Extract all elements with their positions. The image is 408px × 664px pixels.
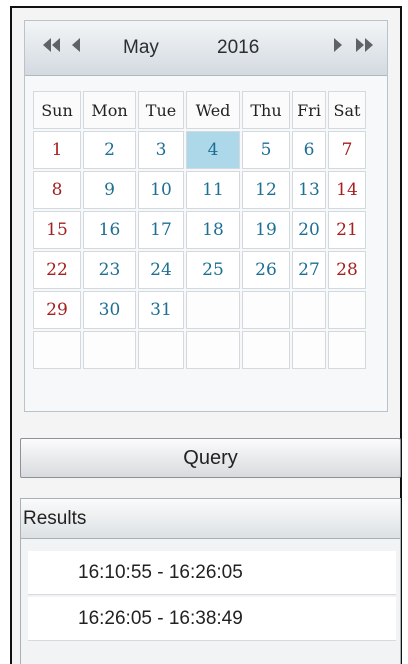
calendar-day[interactable]: 19	[242, 211, 290, 249]
calendar-day-empty	[138, 331, 184, 369]
calendar-day-empty	[186, 291, 240, 329]
calendar-week-row: 1 2 3 4 5 6 7	[33, 131, 366, 169]
calendar-day[interactable]: 29	[33, 291, 81, 329]
weekday-header-row: Sun Mon Tue Wed Thu Fri Sat	[33, 91, 366, 129]
weekday-header: Thu	[242, 91, 290, 129]
year-label[interactable]: 2016	[217, 37, 259, 59]
results-panel: Results 16:10:55 - 16:26:05 16:26:05 - 1…	[20, 498, 401, 664]
calendar: May 2016 Sun Mon Tue Wed Thu Fri Sat 1 2	[24, 20, 388, 412]
calendar-day-empty	[328, 291, 366, 329]
calendar-day[interactable]: 7	[328, 131, 366, 169]
calendar-day[interactable]: 24	[138, 251, 184, 289]
double-left-arrow-icon[interactable]	[43, 38, 61, 58]
calendar-day[interactable]: 27	[292, 251, 326, 289]
calendar-day[interactable]: 14	[328, 171, 366, 209]
calendar-day-empty	[83, 331, 136, 369]
calendar-week-row: 29 30 31	[33, 291, 366, 329]
calendar-day[interactable]: 21	[328, 211, 366, 249]
calendar-day[interactable]: 30	[83, 291, 136, 329]
results-list: 16:10:55 - 16:26:05 16:26:05 - 16:38:49	[28, 551, 396, 641]
calendar-day-empty	[33, 331, 81, 369]
calendar-day[interactable]: 12	[242, 171, 290, 209]
calendar-day[interactable]: 13	[292, 171, 326, 209]
weekday-header: Wed	[186, 91, 240, 129]
double-right-arrow-icon[interactable]	[355, 38, 373, 58]
calendar-day-empty	[186, 331, 240, 369]
calendar-week-row: 15 16 17 18 19 20 21	[33, 211, 366, 249]
calendar-day[interactable]: 26	[242, 251, 290, 289]
calendar-day[interactable]: 22	[33, 251, 81, 289]
calendar-week-row: 22 23 24 25 26 27 28	[33, 251, 366, 289]
weekday-header: Sun	[33, 91, 81, 129]
calendar-day-selected[interactable]: 4	[186, 131, 240, 169]
calendar-day-empty	[242, 331, 290, 369]
calendar-day-empty	[242, 291, 290, 329]
calendar-day[interactable]: 25	[186, 251, 240, 289]
results-title: Results	[21, 499, 400, 539]
calendar-day-empty	[328, 331, 366, 369]
calendar-day[interactable]: 3	[138, 131, 184, 169]
weekday-header: Fri	[292, 91, 326, 129]
left-arrow-icon[interactable]	[71, 38, 81, 58]
calendar-day[interactable]: 5	[242, 131, 290, 169]
calendar-day[interactable]: 28	[328, 251, 366, 289]
calendar-week-row: 8 9 10 11 12 13 14	[33, 171, 366, 209]
query-button[interactable]: Query	[20, 438, 401, 478]
calendar-day[interactable]: 20	[292, 211, 326, 249]
weekday-header: Sat	[328, 91, 366, 129]
calendar-day[interactable]: 18	[186, 211, 240, 249]
calendar-day[interactable]: 23	[83, 251, 136, 289]
calendar-grid: Sun Mon Tue Wed Thu Fri Sat 1 2 3 4 5 6 …	[31, 89, 368, 371]
calendar-day-empty	[292, 331, 326, 369]
calendar-day[interactable]: 10	[138, 171, 184, 209]
calendar-day-empty	[292, 291, 326, 329]
calendar-day[interactable]: 9	[83, 171, 136, 209]
calendar-day[interactable]: 8	[33, 171, 81, 209]
calendar-day[interactable]: 2	[83, 131, 136, 169]
calendar-header: May 2016	[25, 21, 387, 76]
calendar-day[interactable]: 17	[138, 211, 184, 249]
calendar-day[interactable]: 6	[292, 131, 326, 169]
right-arrow-icon[interactable]	[333, 38, 343, 58]
calendar-day[interactable]: 11	[186, 171, 240, 209]
calendar-day[interactable]: 1	[33, 131, 81, 169]
calendar-week-row	[33, 331, 366, 369]
calendar-day[interactable]: 15	[33, 211, 81, 249]
weekday-header: Mon	[83, 91, 136, 129]
weekday-header: Tue	[138, 91, 184, 129]
result-item[interactable]: 16:26:05 - 16:38:49	[28, 597, 396, 641]
result-item[interactable]: 16:10:55 - 16:26:05	[28, 551, 396, 595]
calendar-day[interactable]: 31	[138, 291, 184, 329]
month-label[interactable]: May	[123, 37, 159, 59]
calendar-day[interactable]: 16	[83, 211, 136, 249]
